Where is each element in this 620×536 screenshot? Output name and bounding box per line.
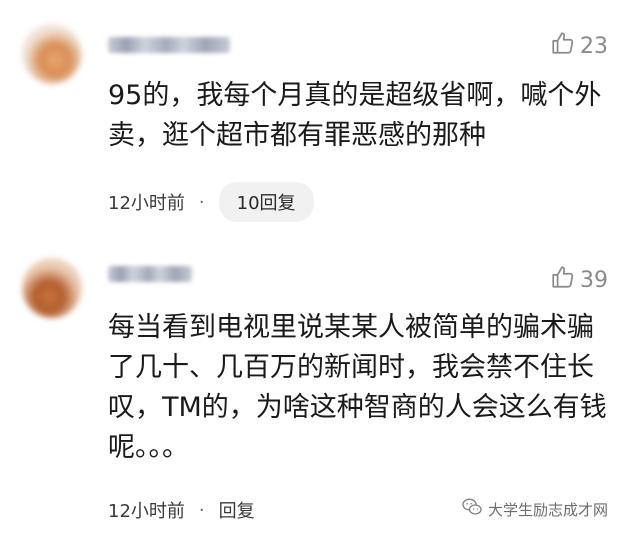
comment-meta: 12小时前 · 回复 [108,497,255,523]
separator-dot: · [198,191,205,213]
like-count: 39 [580,267,608,293]
comment-text: 每当看到电视里说某某人被简单的骗术骗了几十、几百万的新闻时，我会禁不住长叹，TM… [108,312,607,463]
watermark: 大学生励志成才网 [462,498,608,520]
replies-button[interactable]: 10回复 [218,182,314,222]
separator-dot: · [198,499,205,521]
username-blurred[interactable] [108,37,230,53]
comment-item: 39 每当看到电视里说某某人被简单的骗术骗了几十、几百万的新闻时，我会禁不住长叹… [0,232,620,536]
reply-button[interactable]: 回复 [219,497,255,523]
comment-meta: 12小时前 · 10回复 [108,182,314,222]
username-blurred[interactable] [108,266,192,282]
thumbs-up-icon [550,264,576,296]
avatar[interactable] [22,258,82,318]
watermark-text: 大学生励志成才网 [487,500,608,519]
timestamp: 12小时前 [108,193,185,214]
like-count: 23 [580,33,608,59]
thumbs-up-icon [550,30,576,62]
like-button[interactable]: 23 [550,30,608,62]
like-button[interactable]: 39 [550,264,608,296]
wechat-icon [462,498,482,520]
avatar[interactable] [22,24,82,84]
comment-text: 95的，我每个月真的是超级省啊，喊个外卖，逛个超市都有罪恶感的那种 [108,80,602,151]
timestamp: 12小时前 [108,501,185,522]
comment-item: 23 95的，我每个月真的是超级省啊，喊个外卖，逛个超市都有罪恶感的那种 12小… [0,0,620,232]
